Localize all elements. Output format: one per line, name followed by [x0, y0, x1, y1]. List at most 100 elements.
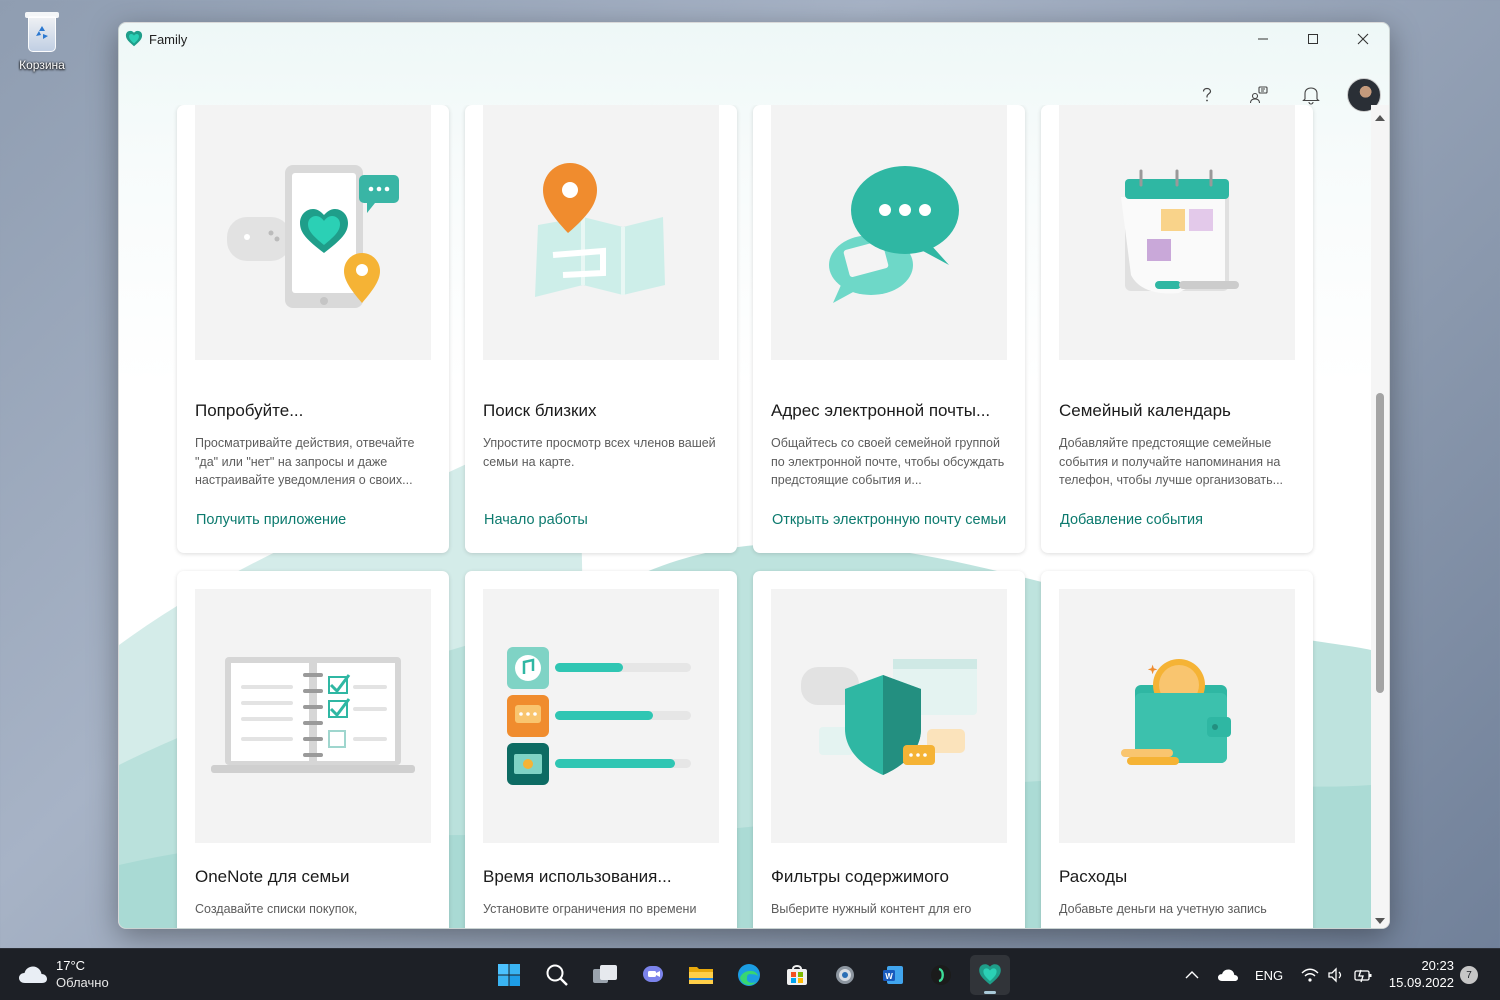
wifi-icon[interactable]	[1301, 967, 1319, 983]
main-content: Попробуйте... Просматривайте действия, о…	[119, 105, 1371, 928]
card-description: Упростите просмотр всех членов вашей сем…	[483, 436, 716, 469]
card-illustration	[1059, 105, 1295, 360]
minimize-button[interactable]	[1239, 23, 1287, 55]
windows-start-icon	[498, 964, 520, 986]
gear-icon	[836, 966, 854, 984]
help-icon	[1202, 87, 1212, 102]
clock-time: 20:23	[1421, 958, 1454, 973]
app-dark-button[interactable]	[921, 955, 961, 995]
scroll-up-arrow-icon[interactable]	[1375, 115, 1385, 121]
family-heart-logo-icon	[125, 30, 143, 47]
vertical-scrollbar[interactable]	[1371, 105, 1389, 928]
add-event-link[interactable]: Добавление события	[1060, 513, 1300, 528]
notification-count-badge[interactable]: 7	[1460, 966, 1478, 984]
card-onenote: OneNote для семьи Создавайте списки поку…	[177, 571, 449, 928]
search-button[interactable]	[537, 955, 577, 995]
card-title: Время использования...	[483, 867, 672, 886]
wallet-coins-illustration	[1121, 659, 1231, 765]
card-illustration	[195, 589, 431, 843]
weather-condition: Облачно	[56, 975, 109, 990]
notebook-checklist-illustration	[211, 657, 415, 773]
task-view-button[interactable]	[585, 955, 625, 995]
close-icon	[1357, 33, 1369, 45]
close-button[interactable]	[1339, 23, 1387, 55]
folder-icon	[689, 967, 713, 984]
weather-widget[interactable]: 17°C Облачно	[18, 957, 109, 991]
card-title: Попробуйте...	[195, 401, 304, 420]
edge-icon	[738, 964, 760, 986]
card-title: Адрес электронной почты...	[771, 401, 991, 420]
search-icon	[546, 964, 568, 986]
word-button[interactable]: W	[873, 955, 913, 995]
card-description: Добавьте деньги на учетную запись	[1059, 902, 1267, 916]
teams-chat-button[interactable]	[633, 955, 673, 995]
system-tray: ENG	[1183, 949, 1373, 1000]
window-title: Family	[149, 31, 188, 47]
start-button[interactable]	[489, 955, 529, 995]
clock-date: 15.09.2022	[1388, 975, 1454, 990]
language-indicator[interactable]: ENG	[1255, 968, 1283, 983]
card-title: OneNote для семьи	[195, 867, 350, 886]
scroll-down-arrow-icon[interactable]	[1375, 918, 1385, 924]
card-description: Выберите нужный контент для его	[771, 902, 972, 916]
family-heart-icon	[979, 964, 1001, 985]
card-title: Семейный календарь	[1059, 401, 1231, 420]
store-icon	[787, 965, 807, 985]
card-description: Просматривайте действия, отвечайте "да" …	[195, 436, 415, 487]
card-description: Установите ограничения по времени	[483, 902, 697, 916]
chat-icon	[643, 966, 663, 982]
chevron-up-icon[interactable]	[1183, 966, 1201, 984]
card-screen-time: Время использования... Установите ограни…	[465, 571, 737, 928]
onedrive-cloud-icon[interactable]	[1217, 967, 1239, 983]
card-title: Фильтры содержимого	[771, 867, 949, 886]
volume-icon[interactable]	[1327, 967, 1345, 983]
phone-heart-illustration	[227, 165, 399, 308]
scroll-thumb[interactable]	[1376, 393, 1384, 693]
app-circle-icon	[931, 965, 951, 985]
title-bar[interactable]: Family	[119, 23, 1389, 55]
clock[interactable]: 20:23 15.09.2022	[1389, 957, 1454, 991]
card-content-filters: Фильтры содержимого Выберите нужный конт…	[753, 571, 1025, 928]
microsoft-store-button[interactable]	[777, 955, 817, 995]
card-description: Добавляйте предстоящие семейные события …	[1059, 436, 1284, 487]
maximize-button[interactable]	[1289, 23, 1337, 55]
active-app-indicator	[984, 991, 996, 994]
family-app-button[interactable]	[970, 955, 1010, 995]
settings-button[interactable]	[825, 955, 865, 995]
card-spending: Расходы Добавьте деньги на учетную запис…	[1041, 571, 1313, 928]
map-pin-illustration	[535, 163, 665, 297]
shield-filter-illustration	[801, 659, 977, 775]
card-illustration	[771, 589, 1007, 843]
get-app-link[interactable]: Получить приложение	[196, 513, 436, 528]
get-started-link[interactable]: Начало работы	[484, 513, 724, 528]
edge-browser-button[interactable]	[729, 955, 769, 995]
card-description: Общайтесь со своей семейной группой по э…	[771, 436, 1005, 487]
recycle-bin-icon	[22, 8, 62, 54]
open-family-email-link[interactable]: Открыть электронную почту семьи	[772, 513, 1012, 528]
svg-text:W: W	[885, 972, 893, 981]
file-explorer-button[interactable]	[681, 955, 721, 995]
family-switch-icon	[1249, 86, 1268, 104]
card-title: Поиск близких	[483, 401, 597, 420]
recycle-bin[interactable]: Корзина	[8, 8, 76, 72]
minimize-icon	[1258, 38, 1268, 40]
calendar-illustration	[1121, 169, 1239, 294]
weather-temperature: 17°C	[56, 958, 86, 973]
word-icon: W	[883, 966, 903, 984]
card-family-email: Адрес электронной почты... Общайтесь со …	[753, 105, 1025, 553]
card-illustration	[195, 105, 431, 360]
card-try-app: Попробуйте... Просматривайте действия, о…	[177, 105, 449, 553]
cloud-icon	[19, 966, 47, 983]
chat-bubbles-illustration	[829, 166, 959, 303]
battery-icon[interactable]	[1353, 967, 1373, 983]
card-description: Создавайте списки покупок,	[195, 902, 358, 916]
screen-time-bars-illustration	[507, 647, 691, 785]
card-illustration	[1059, 589, 1295, 843]
card-title: Расходы	[1059, 867, 1128, 886]
card-illustration	[483, 589, 719, 843]
card-find-family: Поиск близких Упростите просмотр всех чл…	[465, 105, 737, 553]
family-window: Family Попробуйте... Просматривайте дейс…	[118, 22, 1390, 929]
recycle-bin-label: Корзина	[19, 58, 65, 72]
task-view-icon	[593, 965, 617, 983]
card-family-calendar: Семейный календарь Добавляйте предстоящи…	[1041, 105, 1313, 553]
